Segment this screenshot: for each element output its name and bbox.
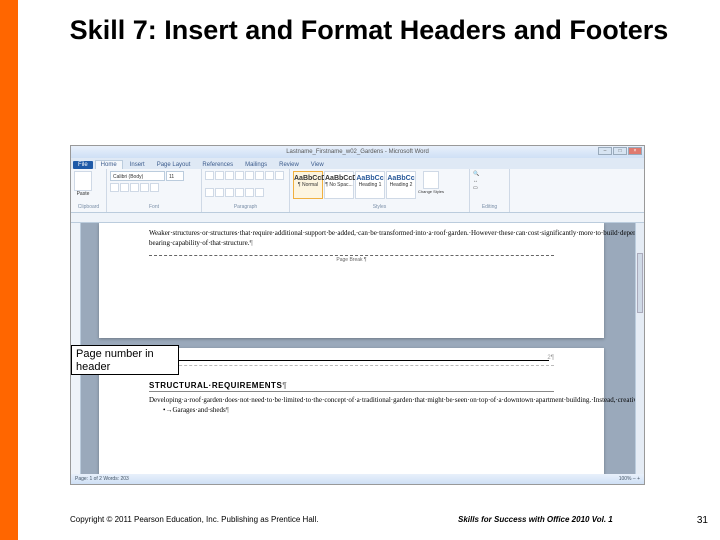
style-heading1[interactable]: AaBbCc Heading 1 [355, 171, 385, 199]
tab-insert[interactable]: Insert [125, 161, 150, 169]
heading-structural-requirements: STRUCTURAL·REQUIREMENTS [149, 380, 554, 392]
status-bar: Page: 1 of 2 Words: 203 100% – + [71, 474, 644, 484]
dedent-button[interactable] [235, 171, 244, 180]
borders-button[interactable] [255, 188, 264, 197]
slide-title: Skill 7: Insert and Format Headers and F… [18, 0, 720, 56]
paragraph-text-2: Developing·a·roof·garden·does·not·need·t… [149, 396, 554, 406]
find-button[interactable]: 🔍 [473, 171, 479, 177]
styles-group-label: Styles [293, 204, 466, 210]
word-window: Lastname_Firstname_w02_Gardens - Microso… [71, 146, 644, 484]
status-left: Page: 1 of 2 Words: 203 [75, 474, 129, 484]
slide-number: 31 [697, 515, 708, 526]
linespacing-button[interactable] [235, 188, 244, 197]
tab-references[interactable]: References [197, 161, 238, 169]
window-title-text: Lastname_Firstname_w02_Gardens - Microso… [286, 149, 429, 155]
bullet-item-1: •→Garages·and·sheds [163, 406, 554, 416]
footer-copyright: Copyright © 2011 Pearson Education, Inc.… [70, 515, 319, 524]
editing-group-label: Editing [473, 204, 506, 210]
font-name-combo[interactable]: Calibri (Body) [110, 171, 165, 181]
ribbon-group-font: Calibri (Body) 11 Font [107, 169, 202, 212]
indent-button[interactable] [245, 171, 254, 180]
paste-button[interactable] [74, 171, 92, 191]
page-1-bottom[interactable]: Weaker·structures·or·structures·that·req… [99, 223, 604, 338]
tab-view[interactable]: View [306, 161, 329, 169]
tab-file[interactable]: File [73, 161, 93, 169]
bullets-button[interactable] [205, 171, 214, 180]
style-normal[interactable]: AaBbCcDc ¶ Normal [293, 171, 323, 199]
tab-review[interactable]: Review [274, 161, 304, 169]
tab-home[interactable]: Home [95, 160, 123, 169]
bold-button[interactable] [110, 183, 119, 192]
clipboard-group-label: Clipboard [74, 204, 103, 210]
style-nospacing[interactable]: AaBbCcDc ¶ No Spac... [324, 171, 354, 199]
header-page-number: 2¶ [547, 354, 554, 362]
horizontal-ruler[interactable] [71, 213, 644, 223]
replace-button[interactable]: ↔ [473, 178, 478, 184]
paragraph-group-label: Paragraph [205, 204, 286, 210]
slide-content: Skill 7: Insert and Format Headers and F… [18, 0, 720, 540]
word-screenshot: Lastname_Firstname_w02_Gardens - Microso… [70, 145, 645, 485]
close-button[interactable]: × [628, 147, 642, 155]
change-styles-button[interactable] [423, 171, 439, 189]
font-size-combo[interactable]: 11 [166, 171, 184, 181]
font-group-label: Font [110, 204, 198, 210]
callout-box: Page number in header [71, 345, 179, 375]
maximize-button[interactable]: □ [613, 147, 627, 155]
minimize-button[interactable]: – [598, 147, 612, 155]
ribbon-group-styles: AaBbCcDc ¶ Normal AaBbCcDc ¶ No Spac... … [290, 169, 470, 212]
multilevel-button[interactable] [225, 171, 234, 180]
status-right: 100% – + [619, 474, 640, 484]
paste-label: Paste [74, 191, 92, 197]
paragraph-text-1: Weaker·structures·or·structures·that·req… [149, 229, 554, 249]
sort-button[interactable] [255, 171, 264, 180]
ribbon-group-clipboard: Paste Clipboard [71, 169, 107, 212]
showmarks-button[interactable] [265, 171, 274, 180]
justify-button[interactable] [225, 188, 234, 197]
style-gallery[interactable]: AaBbCcDc ¶ Normal AaBbCcDc ¶ No Spac... … [293, 171, 416, 199]
align-right-button[interactable] [215, 188, 224, 197]
change-styles-label: Change Styles [418, 189, 444, 194]
window-controls: – □ × [598, 147, 642, 155]
ribbon-group-paragraph: Paragraph [202, 169, 290, 212]
strike-button[interactable] [140, 183, 149, 192]
italic-button[interactable] [120, 183, 129, 192]
vertical-scrollbar[interactable] [635, 223, 644, 474]
align-left-button[interactable] [275, 171, 284, 180]
style-heading2[interactable]: AaBbCc Heading 2 [386, 171, 416, 199]
align-center-button[interactable] [205, 188, 214, 197]
ribbon-group-editing: 🔍 ↔ ▭ Editing [470, 169, 510, 212]
window-titlebar: Lastname_Firstname_w02_Gardens - Microso… [71, 146, 644, 158]
scrollbar-thumb[interactable] [637, 253, 643, 313]
ribbon-tabs: File Home Insert Page Layout References … [71, 158, 644, 169]
tab-page-layout[interactable]: Page Layout [152, 161, 196, 169]
subscript-button[interactable] [150, 183, 159, 192]
underline-button[interactable] [130, 183, 139, 192]
select-button[interactable]: ▭ [473, 185, 478, 191]
shading-button[interactable] [245, 188, 254, 197]
callout-leader-line [179, 360, 549, 361]
tab-mailings[interactable]: Mailings [240, 161, 272, 169]
slide-accent-bar [0, 0, 18, 540]
numbering-button[interactable] [215, 171, 224, 180]
footer-series: Skills for Success with Office 2010 Vol.… [458, 515, 613, 524]
ribbon: Paste Clipboard Calibri (Body) 11 [71, 169, 644, 213]
page-break-indicator: Page Break ¶ [149, 255, 554, 264]
